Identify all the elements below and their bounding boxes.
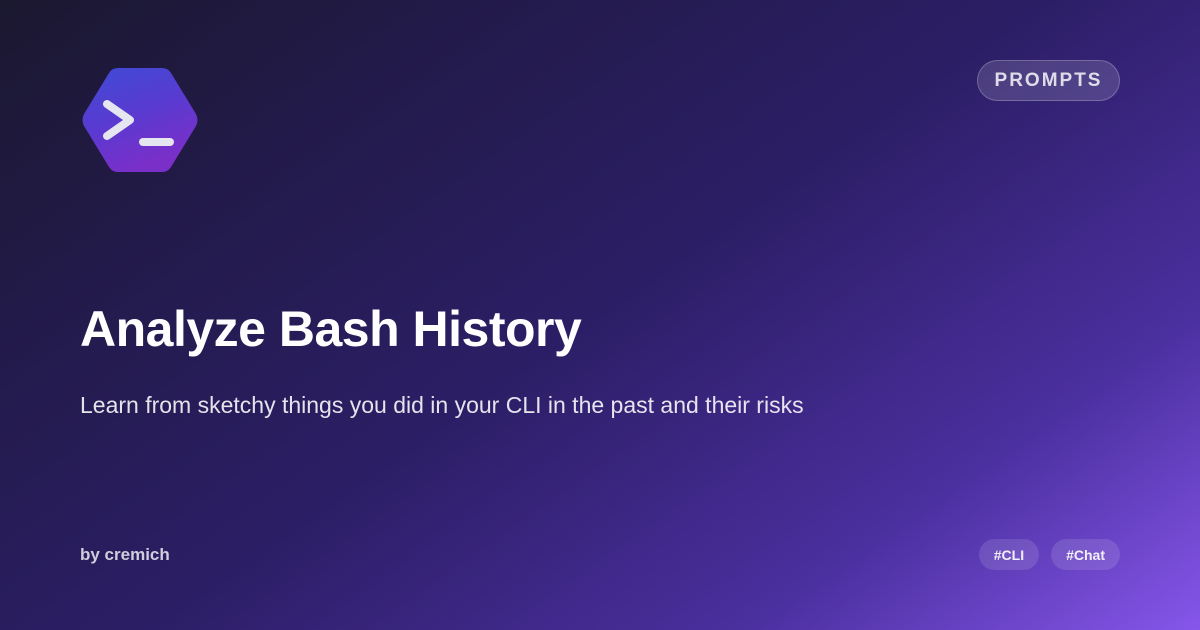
page-subtitle: Learn from sketchy things you did in you… <box>80 392 804 418</box>
og-card: PROMPTS Analyze Bash History Learn from … <box>0 0 1200 630</box>
page-title: Analyze Bash History <box>80 301 582 357</box>
tag-cli[interactable]: #CLI <box>978 539 1040 570</box>
tag-list: #CLI #Chat <box>978 539 1120 570</box>
terminal-prompt-icon <box>80 66 200 174</box>
category-badge[interactable]: PROMPTS <box>977 60 1120 101</box>
author-label: by cremich <box>80 545 170 564</box>
tag-chat[interactable]: #Chat <box>1051 539 1120 570</box>
